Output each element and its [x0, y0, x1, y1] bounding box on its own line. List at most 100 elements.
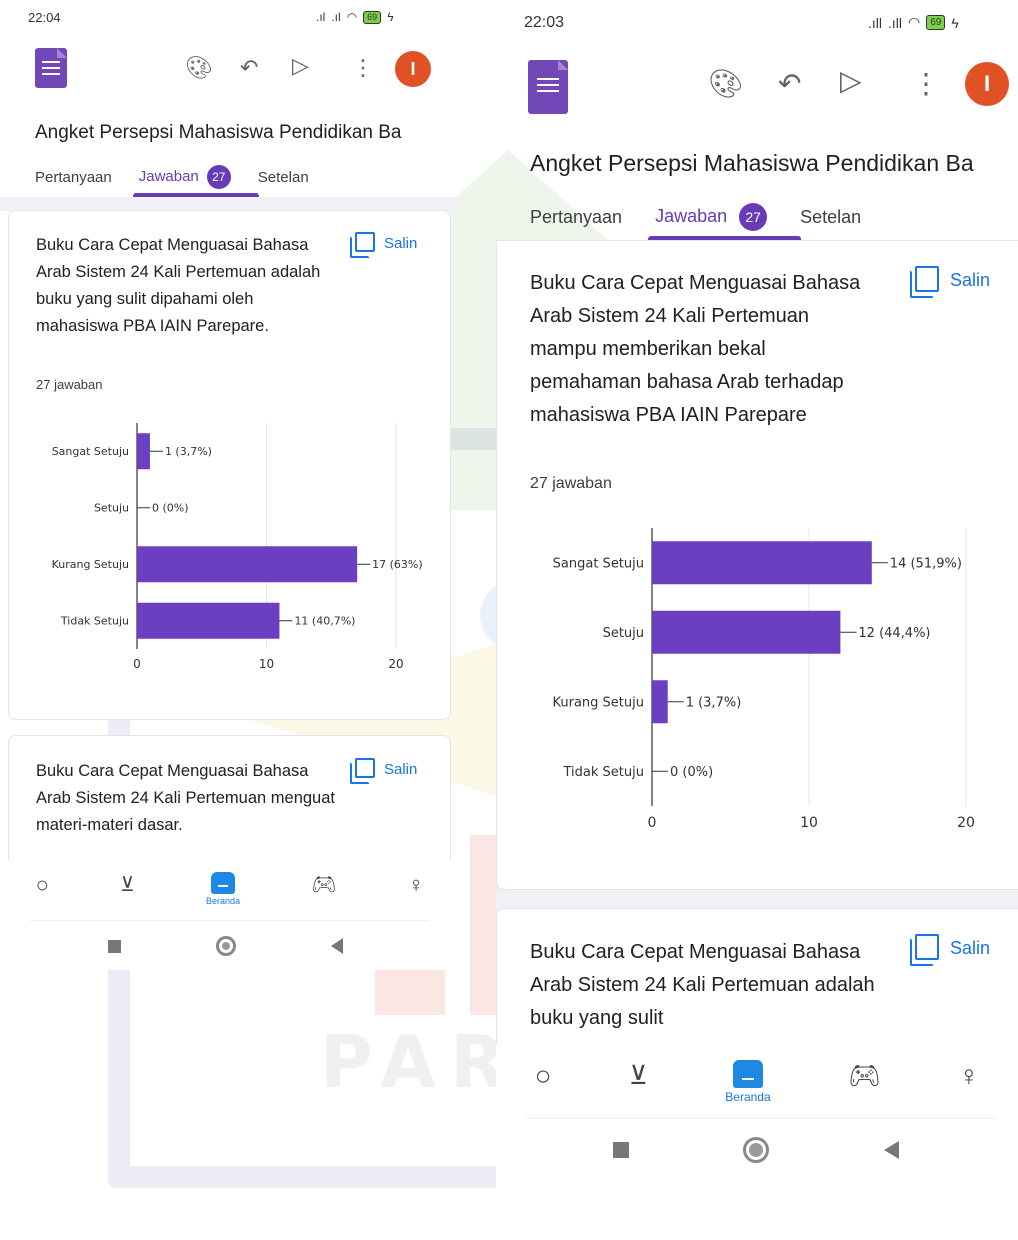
- data-label: 12 (44,4%): [858, 626, 930, 641]
- divider: [0, 197, 460, 211]
- nav-home[interactable]: Beranda: [206, 872, 240, 906]
- copy-icon: [350, 232, 375, 258]
- bar-chart: Sangat Setuju 1 (3,7%) Setuju 0 (0%) Kurang …: [52, 423, 423, 671]
- undo-icon[interactable]: ↶: [240, 57, 258, 79]
- nav-search[interactable]: ○: [535, 1060, 552, 1092]
- response-count: 27 jawaban: [36, 377, 103, 392]
- signal-icon: .ıl: [331, 10, 341, 24]
- wifi-icon: ◠: [346, 10, 358, 24]
- tab-responses[interactable]: Jawaban 27: [655, 203, 768, 231]
- nav-downloads[interactable]: ⊻: [120, 872, 135, 897]
- category-label: Sangat Setuju: [52, 445, 129, 458]
- copy-button-label: Salin: [384, 760, 418, 778]
- avatar[interactable]: I: [965, 62, 1009, 106]
- copy-button[interactable]: Salin: [910, 934, 991, 966]
- palette-icon[interactable]: 🎨︎: [185, 57, 213, 79]
- tab-responses[interactable]: Jawaban 27: [139, 165, 231, 189]
- category-label: Setuju: [94, 502, 129, 515]
- nav-search[interactable]: ○: [36, 872, 49, 898]
- response-count: 27 jawaban: [530, 475, 612, 492]
- tab-questions[interactable]: Pertanyaan: [35, 169, 112, 186]
- signal-icon: .ıl: [316, 10, 326, 24]
- send-icon[interactable]: ▷: [840, 67, 862, 95]
- tab-bar: Pertanyaan Jawaban 27 Setelan: [530, 203, 861, 231]
- screenshot-left: 22:04 .ıl .ıl ◠ 69 ϟ 🎨︎ ↶ ▷ ⋮ I Angket P…: [0, 0, 460, 970]
- recents-icon[interactable]: [107, 939, 121, 953]
- divider: [30, 920, 430, 921]
- copy-button-label: Salin: [384, 234, 418, 252]
- tick-label: 20: [957, 815, 975, 831]
- data-label: 1 (3,7%): [165, 445, 212, 458]
- question-text: Buku Cara Cepat Menguasai Bahasa Arab Si…: [530, 941, 875, 1029]
- search-icon: ○: [35, 872, 49, 897]
- battery-icon: 69: [926, 15, 946, 30]
- category-label: Kurang Setuju: [52, 558, 129, 571]
- bar: [137, 433, 150, 470]
- tab-bar: Pertanyaan Jawaban 27 Setelan: [35, 165, 309, 189]
- question-text: Buku Cara Cepat Menguasai Bahasa Arab Si…: [530, 272, 861, 426]
- data-label: 0 (0%): [670, 765, 713, 780]
- tick-label: 0: [648, 815, 657, 831]
- data-label: 1 (3,7%): [686, 695, 742, 710]
- question-text: Buku Cara Cepat Menguasai Bahasa Arab Si…: [36, 236, 321, 335]
- more-vert-icon[interactable]: ⋮: [912, 70, 940, 98]
- back-icon[interactable]: [883, 1141, 899, 1159]
- nav-downloads[interactable]: ⊻: [629, 1060, 648, 1091]
- wifi-icon: ◠: [908, 14, 921, 30]
- form-title: Angket Persepsi Mahasiswa Pendidikan Ba: [530, 150, 974, 176]
- data-label: 14 (51,9%): [890, 556, 962, 571]
- nav-home-label: Beranda: [205, 896, 241, 906]
- tick-label: 10: [800, 815, 818, 831]
- home-button-icon[interactable]: [215, 936, 236, 956]
- forms-logo-icon[interactable]: [528, 60, 568, 114]
- bar: [652, 610, 841, 654]
- avatar[interactable]: I: [395, 51, 431, 87]
- nav-games[interactable]: 🎮︎: [311, 872, 336, 897]
- nav-home[interactable]: Beranda: [725, 1060, 771, 1104]
- copy-button[interactable]: Salin: [910, 266, 991, 298]
- nav-home-label: Beranda: [725, 1090, 771, 1104]
- nav-games[interactable]: 🎮︎: [848, 1060, 881, 1091]
- forms-logo-icon[interactable]: [35, 48, 67, 88]
- tab-questions[interactable]: Pertanyaan: [530, 207, 622, 228]
- nav-profile[interactable]: ♀: [958, 1060, 979, 1092]
- bar: [652, 680, 668, 724]
- home-icon: [211, 872, 235, 894]
- more-vert-icon[interactable]: ⋮: [352, 57, 374, 79]
- bar-chart: Sangat Setuju 14 (51,9%) Setuju 12 (44,4%) K…: [553, 528, 975, 831]
- home-icon: [732, 1060, 763, 1088]
- form-title: Angket Persepsi Mahasiswa Pendidikan Ba: [35, 122, 402, 143]
- status-icons: .ıl .ıl ◠ 69 ϟ: [316, 10, 394, 24]
- bottom-nav: ○ ⊻ Beranda 🎮︎ ♀: [496, 1060, 1018, 1104]
- copy-icon: [350, 758, 375, 784]
- send-icon[interactable]: ▷: [292, 55, 309, 77]
- status-time: 22:03: [524, 14, 565, 31]
- bar: [137, 546, 358, 583]
- copy-button[interactable]: Salin: [350, 758, 418, 784]
- system-nav-bar: [60, 936, 390, 956]
- back-icon[interactable]: [330, 938, 343, 954]
- tick-label: 0: [133, 657, 141, 671]
- nav-profile[interactable]: ♀: [408, 872, 425, 898]
- copy-button-label: Salin: [950, 269, 991, 290]
- copy-icon: [910, 266, 939, 298]
- home-button-icon[interactable]: [743, 1137, 770, 1163]
- copy-icon: [910, 934, 939, 966]
- tick-label: 20: [388, 657, 403, 671]
- tab-settings[interactable]: Setelan: [800, 207, 861, 228]
- palette-icon[interactable]: 🎨︎: [708, 70, 744, 98]
- divider: [496, 890, 1018, 908]
- category-label: Sangat Setuju: [553, 556, 644, 571]
- undo-icon[interactable]: ↶: [778, 70, 801, 98]
- data-label: 11 (40,7%): [294, 615, 355, 628]
- recents-icon[interactable]: [613, 1142, 630, 1158]
- tab-responses-label: Jawaban: [138, 168, 199, 185]
- bottom-nav: ○ ⊻ Beranda 🎮︎ ♀: [0, 872, 460, 906]
- charging-icon: ϟ: [387, 10, 394, 24]
- download-icon: ⊻: [628, 1060, 648, 1090]
- copy-button-label: Salin: [950, 937, 991, 958]
- copy-button[interactable]: Salin: [350, 232, 418, 258]
- screenshot-right: 22:03 .ıll .ıll ◠ 69 ϟ 🎨︎ ↶ ▷ ⋮ I Angket…: [496, 0, 1018, 1200]
- tab-settings[interactable]: Setelan: [258, 169, 309, 186]
- download-icon: ⊻: [120, 874, 135, 896]
